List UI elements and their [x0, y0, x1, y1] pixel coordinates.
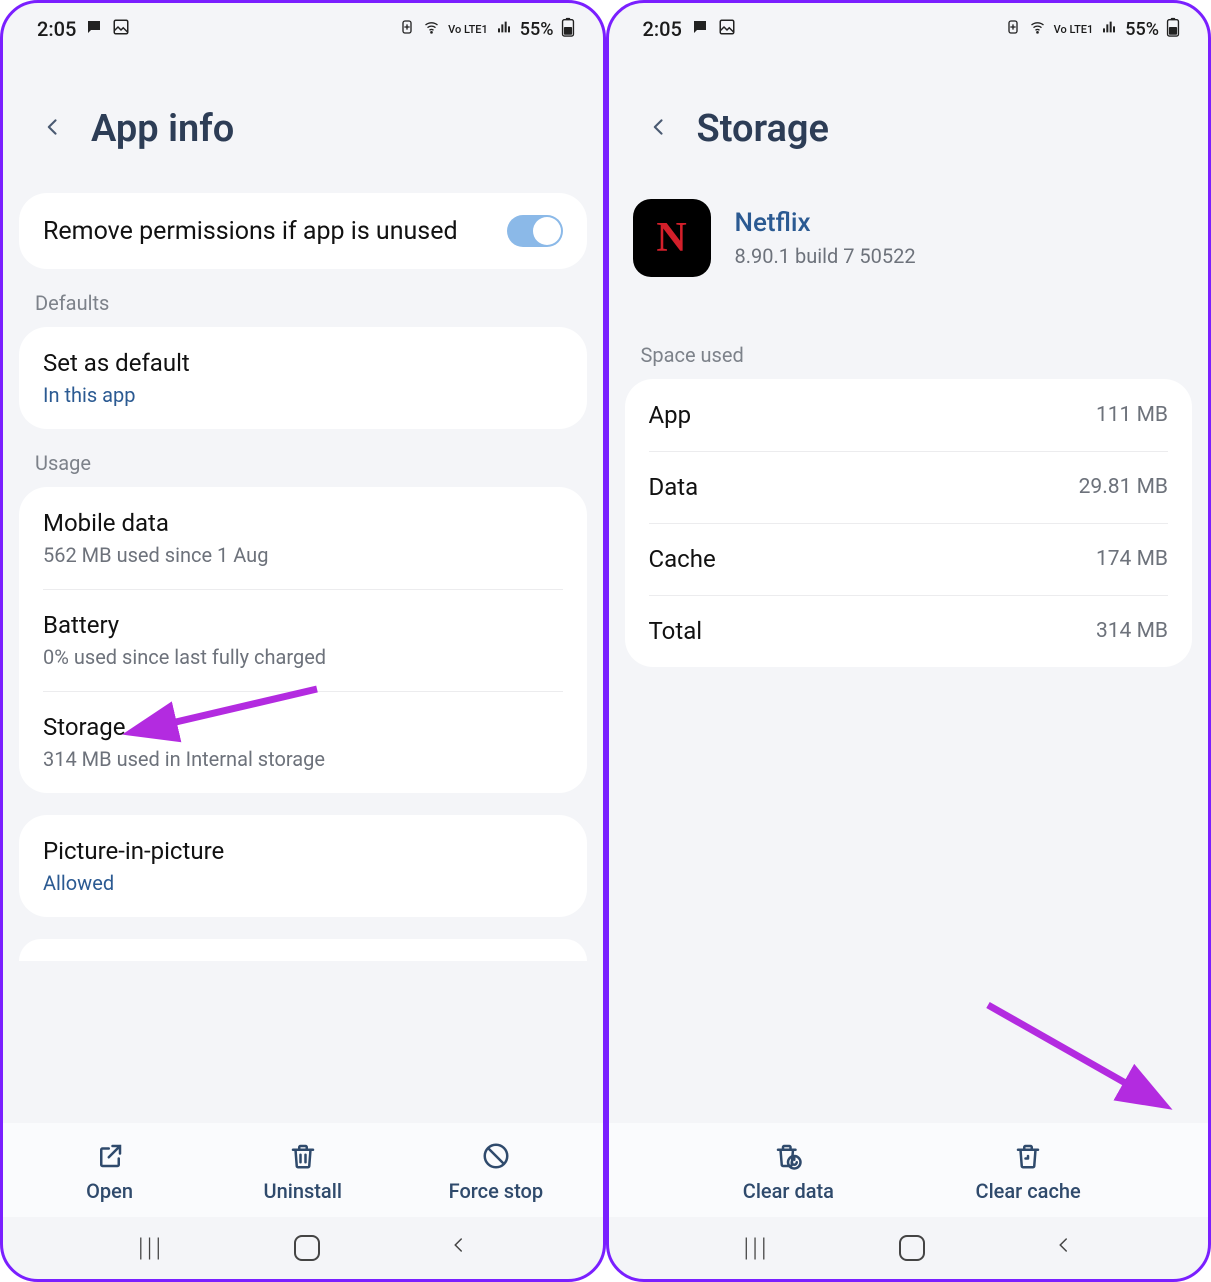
clear-cache-label: Clear cache	[976, 1179, 1081, 1203]
battery-icon	[561, 17, 575, 42]
force-stop-label: Force stop	[449, 1179, 543, 1203]
nav-recents[interactable]: |||	[138, 1233, 164, 1263]
set-as-default-row[interactable]: Set as default In this app	[19, 327, 587, 429]
space-data-label: Data	[649, 473, 699, 501]
section-defaults-label: Defaults	[19, 269, 587, 327]
net-label: Vo LTE1	[1054, 24, 1094, 35]
pip-sub: Allowed	[43, 871, 224, 895]
status-bar: 2:05 Vo LTE1 55%	[3, 3, 603, 49]
status-time: 2:05	[643, 17, 682, 41]
space-data-row: Data 29.81 MB	[625, 451, 1193, 523]
battery-saver-icon	[399, 19, 415, 40]
image-icon	[112, 17, 130, 41]
content: Remove permissions if app is unused Defa…	[3, 193, 603, 1123]
nav-bar: |||	[609, 1217, 1209, 1279]
action-bar: Open Uninstall Force stop	[3, 1123, 603, 1217]
header: App info	[3, 49, 603, 193]
space-used-label: Space used	[625, 321, 1193, 379]
nav-back[interactable]	[450, 1233, 468, 1264]
status-bar: 2:05 Vo LTE1 55%	[609, 3, 1209, 49]
mobile-data-title: Mobile data	[43, 509, 268, 537]
battery-title: Battery	[43, 611, 326, 639]
content: Space used App 111 MB Data 29.81 MB Cach…	[609, 321, 1209, 1123]
phone-left: 2:05 Vo LTE1 55%	[0, 0, 606, 1282]
remove-permissions-label: Remove permissions if app is unused	[43, 217, 458, 246]
storage-sub: 314 MB used in Internal storage	[43, 747, 325, 771]
set-as-default-sub: In this app	[43, 383, 190, 407]
space-data-value: 29.81 MB	[1079, 475, 1168, 499]
peek-card	[19, 939, 587, 961]
battery-pct: 55%	[520, 19, 554, 40]
signal-icon	[495, 19, 513, 40]
uninstall-label: Uninstall	[264, 1179, 342, 1203]
storage-row[interactable]: Storage 314 MB used in Internal storage	[19, 691, 587, 793]
space-total-value: 314 MB	[1096, 619, 1168, 643]
storage-title: Storage	[43, 713, 325, 741]
space-total-row: Total 314 MB	[625, 595, 1193, 667]
net-label: Vo LTE1	[448, 24, 488, 35]
nav-recents[interactable]: |||	[743, 1233, 769, 1263]
uninstall-button[interactable]: Uninstall	[243, 1141, 363, 1203]
section-usage-label: Usage	[19, 429, 587, 487]
clear-data-label: Clear data	[743, 1179, 834, 1203]
nav-bar: |||	[3, 1217, 603, 1279]
remove-permissions-row[interactable]: Remove permissions if app is unused	[19, 193, 587, 269]
app-icon: N	[633, 199, 711, 277]
usage-card: Mobile data 562 MB used since 1 Aug Batt…	[19, 487, 587, 793]
battery-row[interactable]: Battery 0% used since last fully charged	[19, 589, 587, 691]
space-app-row: App 111 MB	[625, 379, 1193, 451]
chat-icon	[85, 17, 103, 41]
nav-home[interactable]	[899, 1235, 925, 1261]
app-header: N Netflix 8.90.1 build 7 50522	[609, 193, 1209, 321]
force-stop-button[interactable]: Force stop	[436, 1141, 556, 1203]
signal-icon	[1100, 19, 1118, 40]
space-cache-value: 174 MB	[1096, 547, 1168, 571]
status-time: 2:05	[37, 17, 76, 41]
space-used-card: App 111 MB Data 29.81 MB Cache 174 MB To…	[625, 379, 1193, 667]
pip-card: Picture-in-picture Allowed	[19, 815, 587, 917]
app-icon-glyph: N	[656, 214, 686, 262]
clear-data-button[interactable]: Clear data	[728, 1141, 848, 1203]
battery-pct: 55%	[1125, 19, 1159, 40]
back-button[interactable]	[643, 108, 675, 151]
pip-title: Picture-in-picture	[43, 837, 224, 865]
wifi-icon	[422, 19, 441, 40]
pip-row[interactable]: Picture-in-picture Allowed	[19, 815, 587, 917]
battery-saver-icon	[1005, 19, 1021, 40]
space-cache-row: Cache 174 MB	[625, 523, 1193, 595]
open-button[interactable]: Open	[50, 1141, 170, 1203]
remove-permissions-toggle[interactable]	[507, 215, 563, 247]
header: Storage	[609, 49, 1209, 193]
mobile-data-sub: 562 MB used since 1 Aug	[43, 543, 268, 567]
space-app-value: 111 MB	[1096, 403, 1168, 427]
nav-back[interactable]	[1055, 1233, 1073, 1264]
open-label: Open	[86, 1179, 133, 1203]
permission-card: Remove permissions if app is unused	[19, 193, 587, 269]
space-cache-label: Cache	[649, 545, 716, 573]
mobile-data-row[interactable]: Mobile data 562 MB used since 1 Aug	[19, 487, 587, 589]
wifi-icon	[1028, 19, 1047, 40]
defaults-card: Set as default In this app	[19, 327, 587, 429]
page-title: App info	[91, 107, 234, 151]
action-bar: Clear data Clear cache	[609, 1123, 1209, 1217]
annotation-arrow-icon	[968, 997, 1168, 1111]
image-icon	[718, 17, 736, 41]
battery-icon	[1166, 17, 1180, 42]
phone-right: 2:05 Vo LTE1 55%	[606, 0, 1211, 1282]
clear-cache-button[interactable]: Clear cache	[968, 1141, 1088, 1203]
back-button[interactable]	[37, 108, 69, 151]
chat-icon	[691, 17, 709, 41]
set-as-default-title: Set as default	[43, 349, 190, 377]
space-app-label: App	[649, 401, 692, 429]
space-total-label: Total	[649, 617, 703, 645]
nav-home[interactable]	[294, 1235, 320, 1261]
app-name: Netflix	[735, 208, 916, 238]
battery-sub: 0% used since last fully charged	[43, 645, 326, 669]
app-version: 8.90.1 build 7 50522	[735, 244, 916, 268]
page-title: Storage	[697, 107, 830, 151]
